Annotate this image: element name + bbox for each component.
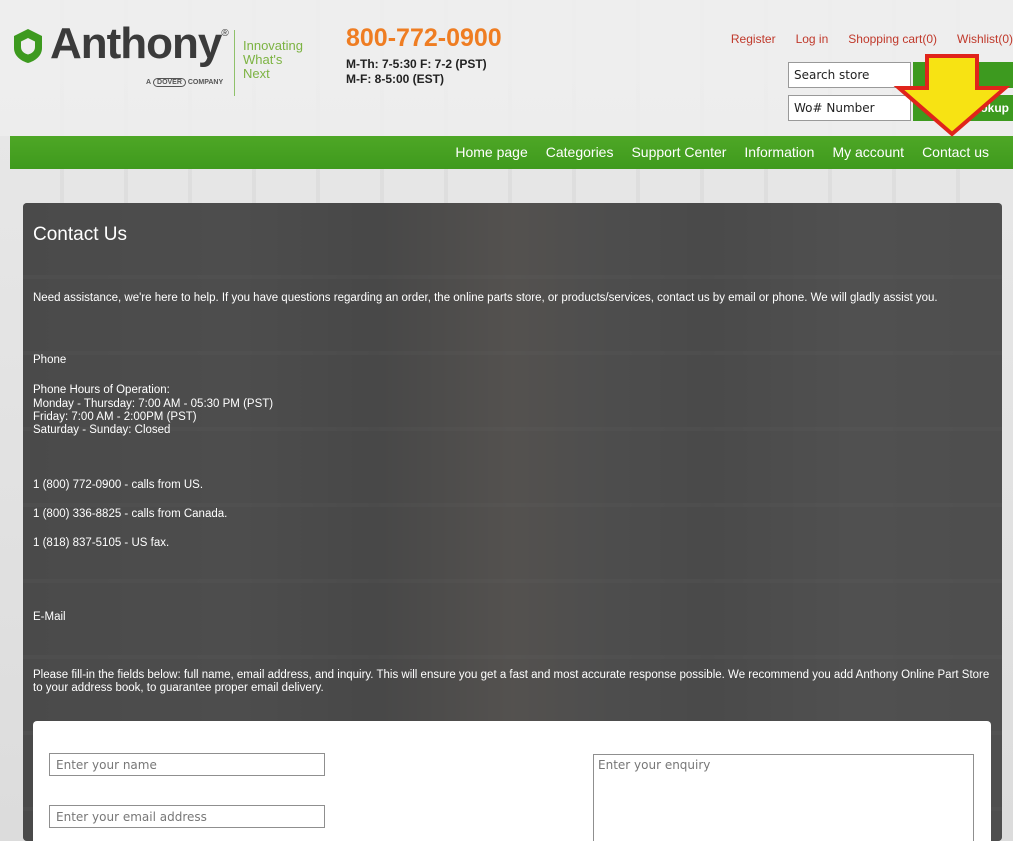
phone-heading: Phone — [33, 354, 67, 366]
header-phone: 800-772-0900 — [346, 24, 502, 52]
logo-divider — [234, 30, 235, 96]
tagline-line: Innovating — [243, 38, 303, 53]
top-links: Register Log in Shopping cart(0) Wishlis… — [731, 32, 1013, 46]
email-instructions: Please fill-in the fields below: full na… — [33, 669, 990, 694]
shopping-cart-link[interactable]: Shopping cart(0) — [848, 32, 937, 46]
anthony-logo[interactable]: Anthony ® — [12, 22, 229, 66]
contact-form: Enter your name Enter your email address… — [33, 721, 991, 841]
nav-categories[interactable]: Categories — [546, 144, 614, 160]
wishlist-link[interactable]: Wishlist(0) — [957, 32, 1013, 46]
shield-logo-icon — [14, 29, 42, 63]
register-link[interactable]: Register — [731, 32, 776, 46]
phone-number-us: 1 (800) 772-0900 - calls from US. — [33, 479, 204, 491]
hours-line: Friday: 7:00 AM - 2:00PM (PST) — [33, 411, 197, 423]
email-heading: E-Mail — [33, 611, 66, 623]
hours-line: Monday - Thursday: 7:00 AM - 05:30 PM (P… — [33, 398, 274, 410]
enquiry-textarea[interactable]: Enter your enquiry — [593, 754, 974, 841]
registered-mark: ® — [221, 28, 229, 39]
header-hours: M-Th: 7-5:30 F: 7-2 (PST) M-F: 8-5:00 (E… — [346, 57, 487, 87]
nav-my-account[interactable]: My account — [832, 144, 904, 160]
tagline: Innovating What's Next — [243, 39, 303, 81]
intro-text: Need assistance, we're here to help. If … — [33, 292, 938, 304]
email-input[interactable]: Enter your email address — [49, 805, 325, 828]
nav-contact-us[interactable]: Contact us — [922, 144, 989, 160]
sub-box: DOVER — [153, 78, 186, 87]
page-title: Contact Us — [33, 224, 127, 245]
name-input[interactable]: Enter your name — [49, 753, 325, 776]
down-arrow-icon — [893, 54, 1011, 137]
dover-company-mark: A DOVER COMPANY — [146, 78, 224, 87]
nav-information[interactable]: Information — [744, 144, 814, 160]
hours-heading: Phone Hours of Operation: — [33, 384, 170, 396]
hours-line: M-Th: 7-5:30 F: 7-2 (PST) — [346, 57, 487, 71]
hours-line: M-F: 8-5:00 (EST) — [346, 72, 445, 86]
hours-line: Saturday - Sunday: Closed — [33, 424, 171, 436]
main-nav: Home page Categories Support Center Info… — [10, 136, 1013, 169]
login-link[interactable]: Log in — [796, 32, 829, 46]
nav-support-center[interactable]: Support Center — [631, 144, 726, 160]
tagline-line: What's — [243, 52, 283, 67]
nav-home[interactable]: Home page — [455, 144, 527, 160]
brand-name: Anthony — [50, 19, 222, 68]
fax-number: 1 (818) 837-5105 - US fax. — [33, 537, 170, 549]
sub-suffix: COMPANY — [187, 79, 224, 86]
phone-number-canada: 1 (800) 336-8825 - calls from Canada. — [33, 508, 228, 520]
sub-prefix: A — [146, 79, 152, 86]
tagline-line: Next — [243, 66, 270, 81]
site-header: Anthony ® A DOVER COMPANY Innovating Wha… — [0, 0, 1013, 136]
